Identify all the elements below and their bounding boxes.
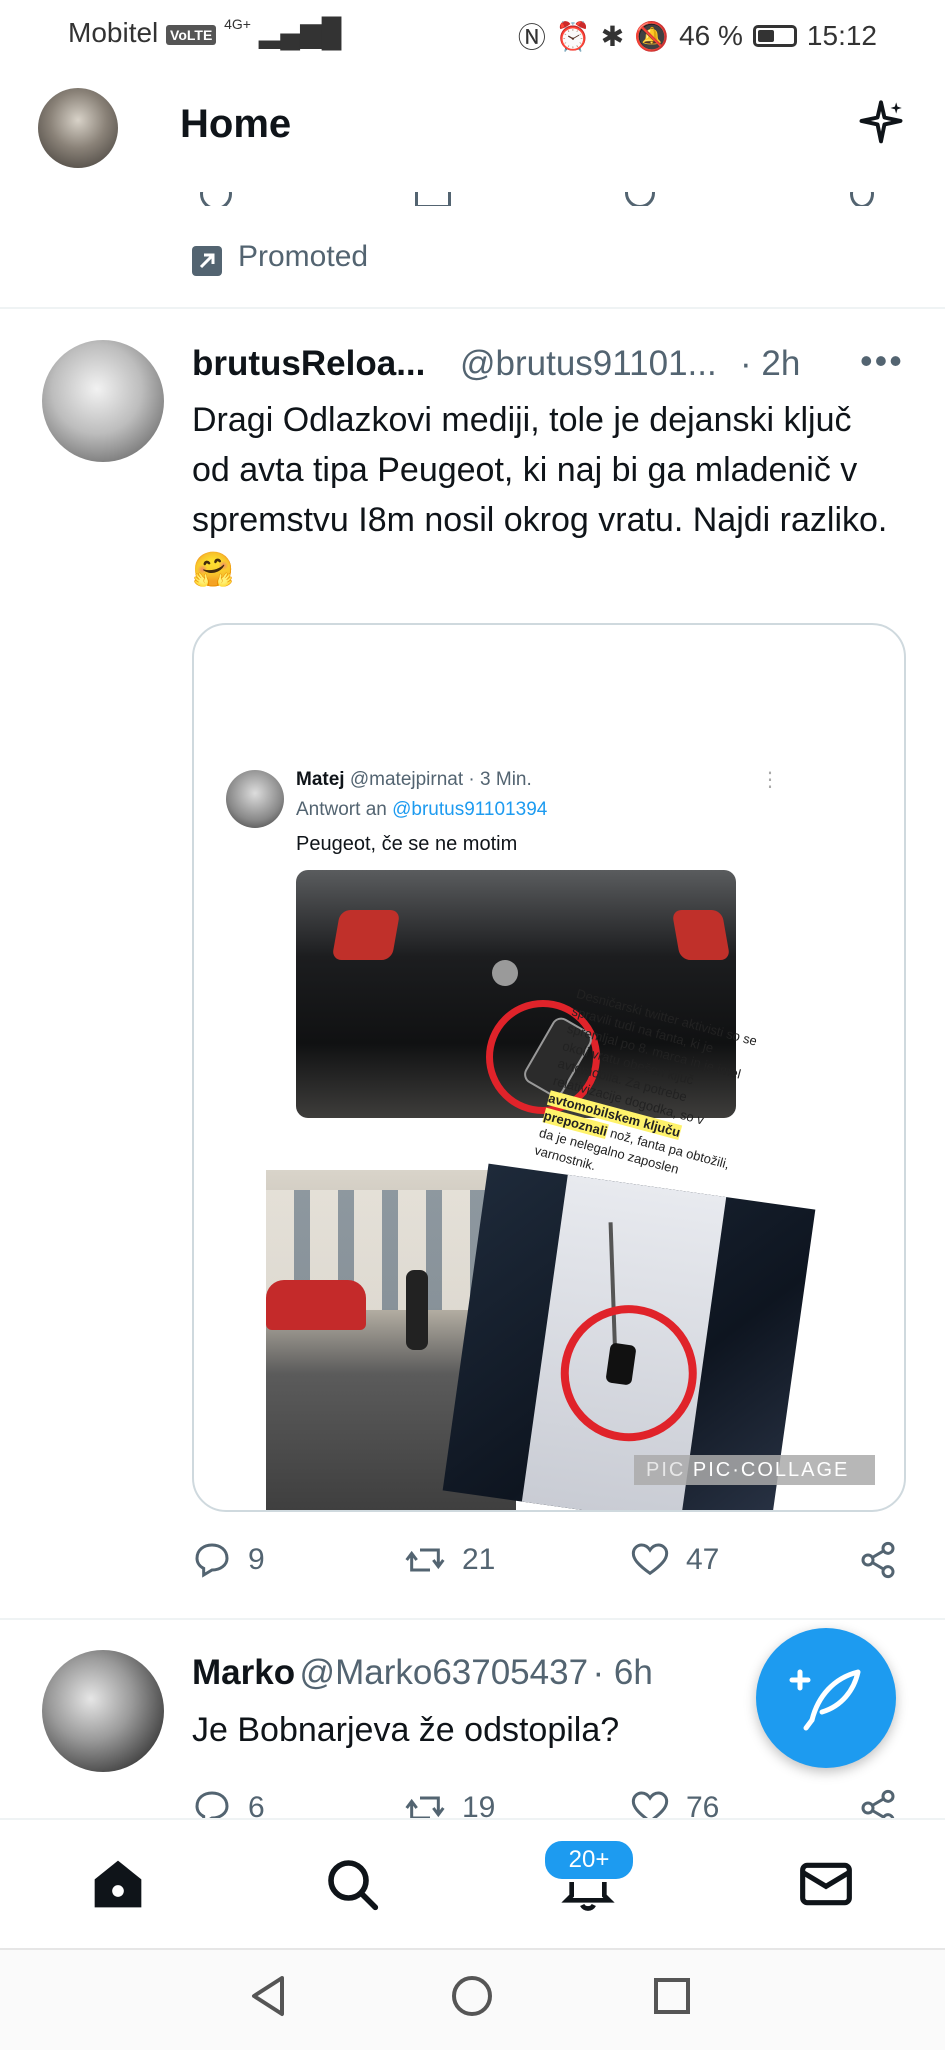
signal-icon: ▂▄▆█: [258, 17, 342, 48]
status-right: Ⓝ ⏰ ✱ 🔕 46 % 15:12: [518, 16, 877, 56]
notifications-badge: 20+: [542, 1838, 636, 1882]
tweet-author-avatar[interactable]: [42, 1650, 164, 1772]
promoted-arrow-icon: [192, 246, 222, 276]
quote-reply-handle: @brutus91101394: [392, 799, 548, 820]
quote-reply-line: Antwort an @brutus91101394: [296, 799, 547, 821]
mute-icon: 🔕: [634, 20, 670, 52]
like-count: 76: [686, 1791, 720, 1818]
back-triangle-icon[interactable]: [246, 1972, 294, 2020]
retweet-button[interactable]: 19: [404, 1788, 495, 1818]
tweet-timestamp[interactable]: · 2h: [740, 344, 800, 384]
quote-more-icon: ⋮: [760, 769, 780, 791]
heart-icon: [631, 1791, 669, 1818]
quote-handle: @matejpirnat · 3 Min.: [349, 769, 532, 790]
tweet-media-image[interactable]: Matej @matejpirnat · 3 Min. Antwort an @…: [192, 623, 906, 1512]
top-header: [0, 66, 945, 192]
previous-tweet-actions-clipped: [190, 192, 890, 206]
carrier-name: Mobitel: [68, 17, 159, 48]
tweet-author-avatar[interactable]: [42, 340, 164, 462]
lanyard-key: [605, 1342, 637, 1386]
retweet-icon: [405, 1796, 445, 1818]
search-icon[interactable]: [324, 1856, 380, 1912]
quote-reply-prefix: Antwort an: [296, 799, 387, 820]
home-icon[interactable]: [90, 1856, 146, 1912]
retweet-count: 21: [462, 1543, 496, 1576]
quote-name: Matej: [296, 769, 345, 790]
tail-light-left: [331, 910, 401, 960]
tweet-author-name[interactable]: brutusReloa...: [192, 344, 425, 384]
person: [406, 1270, 428, 1350]
red-car: [266, 1280, 366, 1330]
profile-avatar[interactable]: [38, 88, 118, 168]
tweet-timestamp[interactable]: · 6h: [593, 1653, 653, 1692]
tweet-divider: [0, 307, 945, 309]
reply-button[interactable]: 6: [192, 1788, 265, 1818]
retweet-button[interactable]: 21: [404, 1540, 495, 1580]
volte-badge: VoLTE: [166, 24, 217, 45]
article-text-end: nož, fanta pa obtožili, da je nelegalno …: [532, 1125, 732, 1177]
promoted-label: Promoted: [238, 240, 369, 273]
tweet-author-name[interactable]: Marko: [192, 1653, 295, 1692]
reply-button[interactable]: 9: [192, 1540, 265, 1580]
quote-text: Peugeot, če se ne motim: [296, 833, 518, 855]
alarm-icon: ⏰: [555, 20, 591, 52]
like-button[interactable]: 76: [630, 1788, 719, 1818]
reply-icon: [195, 1543, 229, 1578]
share-icon[interactable]: [858, 1540, 898, 1580]
clock: 15:12: [806, 20, 877, 51]
peugeot-logo: [492, 960, 518, 986]
battery-icon: [752, 25, 797, 47]
tweet-divider: [0, 1618, 945, 1620]
tweet-text: Dragi Odlazkovi mediji, tole je dejanski…: [192, 401, 888, 589]
quote-header: Matej @matejpirnat · 3 Min.: [296, 769, 532, 791]
recents-square-icon[interactable]: [648, 1972, 696, 2020]
retweet-icon: [405, 1548, 445, 1572]
tail-light-right: [671, 910, 731, 960]
reply-icon: [195, 1791, 229, 1818]
tweet-actions-clipped: 6 19 76: [192, 1788, 902, 1818]
piccollage-watermark: PIC PIC·COLLAGE: [634, 1455, 876, 1485]
quote-avatar: [226, 770, 284, 828]
like-button[interactable]: 47: [630, 1540, 719, 1580]
page-title: Home: [180, 102, 292, 146]
more-options-icon[interactable]: •••: [860, 340, 904, 382]
battery-percent: 46 %: [679, 20, 743, 51]
nfc-icon: Ⓝ: [517, 22, 546, 53]
tweet-author-handle[interactable]: @brutus91101...: [460, 344, 717, 384]
network-type: 4G+: [224, 16, 251, 32]
carrier-info: Mobitel VoLTE 4G+ ▂▄▆█: [68, 16, 341, 49]
reply-count: 9: [248, 1543, 265, 1576]
tweet-author-line: Marko @Marko63705437 · 6h: [192, 1653, 653, 1693]
like-count: 47: [686, 1543, 720, 1576]
home-circle-icon[interactable]: [448, 1972, 496, 2020]
share-icon[interactable]: [858, 1788, 898, 1818]
compose-tweet-button[interactable]: [756, 1628, 896, 1768]
sparkle-icon[interactable]: [855, 98, 907, 150]
compose-feather-icon: [789, 1669, 861, 1731]
reply-count: 6: [248, 1791, 265, 1818]
bluetooth-icon: ✱: [600, 20, 625, 52]
status-bar: Mobitel VoLTE 4G+ ▂▄▆█ Ⓝ ⏰ ✱ 🔕 46 % 15:1…: [0, 0, 945, 66]
messages-envelope-icon[interactable]: [798, 1856, 854, 1912]
tweet-text: Je Bobnarjeva že odstopila?: [192, 1711, 620, 1749]
tweet-author-handle[interactable]: @Marko63705437: [300, 1653, 589, 1692]
heart-icon: [631, 1543, 669, 1576]
retweet-count: 19: [462, 1791, 496, 1818]
